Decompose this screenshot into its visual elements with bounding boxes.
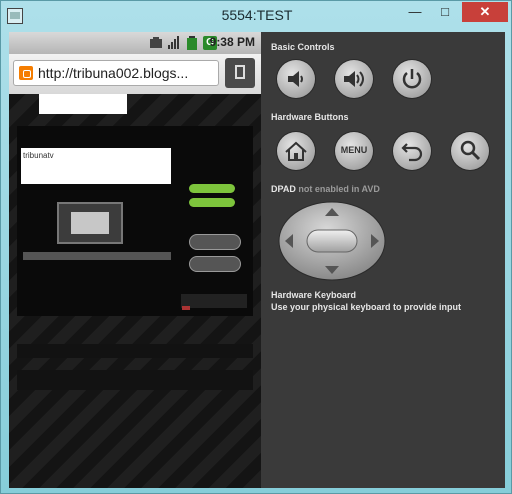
phone-screen[interactable]: G 9:38 PM http://tribuna002.blogs... tri… xyxy=(9,32,261,488)
control-panel: Basic Controls Hardware Buttons MENU DPA… xyxy=(261,32,505,488)
basic-controls-label: Basic Controls xyxy=(271,42,335,52)
home-button[interactable] xyxy=(277,132,315,170)
close-button[interactable]: ✕ xyxy=(462,2,508,22)
top-banner xyxy=(39,94,127,114)
signal-icon xyxy=(168,36,179,49)
url-text: http://tribuna002.blogs... xyxy=(38,65,189,81)
dpad-title: DPAD xyxy=(271,184,296,194)
video-thumb xyxy=(71,212,109,234)
home-icon xyxy=(285,141,307,161)
volume-up-icon xyxy=(344,71,364,87)
green-button-2[interactable] xyxy=(189,198,235,207)
bookmark-button[interactable] xyxy=(225,58,255,88)
search-icon xyxy=(460,140,481,161)
footer-bar xyxy=(17,344,253,358)
green-button-1[interactable] xyxy=(189,184,235,193)
browser-url-bar: http://tribuna002.blogs... xyxy=(9,54,261,94)
power-button[interactable] xyxy=(393,60,431,98)
volume-down-button[interactable] xyxy=(277,60,315,98)
webpage[interactable]: tribunatv xyxy=(9,94,261,488)
title-bar[interactable]: 5554:TEST — □ ✕ xyxy=(1,1,512,31)
blog-title: tribunatv xyxy=(23,151,54,160)
keyboard-title: Hardware Keyboard xyxy=(271,290,357,300)
emulator-window: 5554:TEST — □ ✕ G 9:38 PM http://tribuna… xyxy=(0,0,512,494)
dpad-note: not enabled in AVD xyxy=(298,184,380,194)
hardware-buttons-label: Hardware Buttons xyxy=(271,112,349,122)
red-tag xyxy=(182,306,190,310)
android-status-bar: G 9:38 PM xyxy=(9,32,261,54)
sidebar-widget xyxy=(181,294,247,308)
battery-icon xyxy=(187,36,197,50)
power-icon xyxy=(402,69,422,89)
emulator-client: G 9:38 PM http://tribuna002.blogs... tri… xyxy=(9,32,505,488)
volume-up-button[interactable] xyxy=(335,60,373,98)
round-button-2[interactable] xyxy=(189,256,241,272)
blogger-favicon-icon xyxy=(19,66,33,80)
menu-label: MENU xyxy=(340,145,368,155)
footer-bar-2 xyxy=(17,370,253,390)
dpad-label: DPAD not enabled in AVD xyxy=(271,184,380,194)
menu-button[interactable]: MENU xyxy=(335,132,373,170)
volume-down-icon xyxy=(288,71,303,87)
url-field[interactable]: http://tribuna002.blogs... xyxy=(13,60,219,86)
post-bar xyxy=(23,252,171,260)
dpad-center[interactable] xyxy=(306,229,358,253)
back-icon xyxy=(401,143,423,162)
usb-icon xyxy=(150,37,162,48)
dpad[interactable] xyxy=(277,200,387,282)
minimize-button[interactable]: — xyxy=(401,2,429,22)
round-button-1[interactable] xyxy=(189,234,241,250)
keyboard-desc: Use your physical keyboard to provide in… xyxy=(271,302,462,312)
search-button[interactable] xyxy=(451,132,489,170)
clock: 9:38 PM xyxy=(209,35,255,49)
maximize-button[interactable]: □ xyxy=(431,2,459,22)
back-button[interactable] xyxy=(393,132,431,170)
